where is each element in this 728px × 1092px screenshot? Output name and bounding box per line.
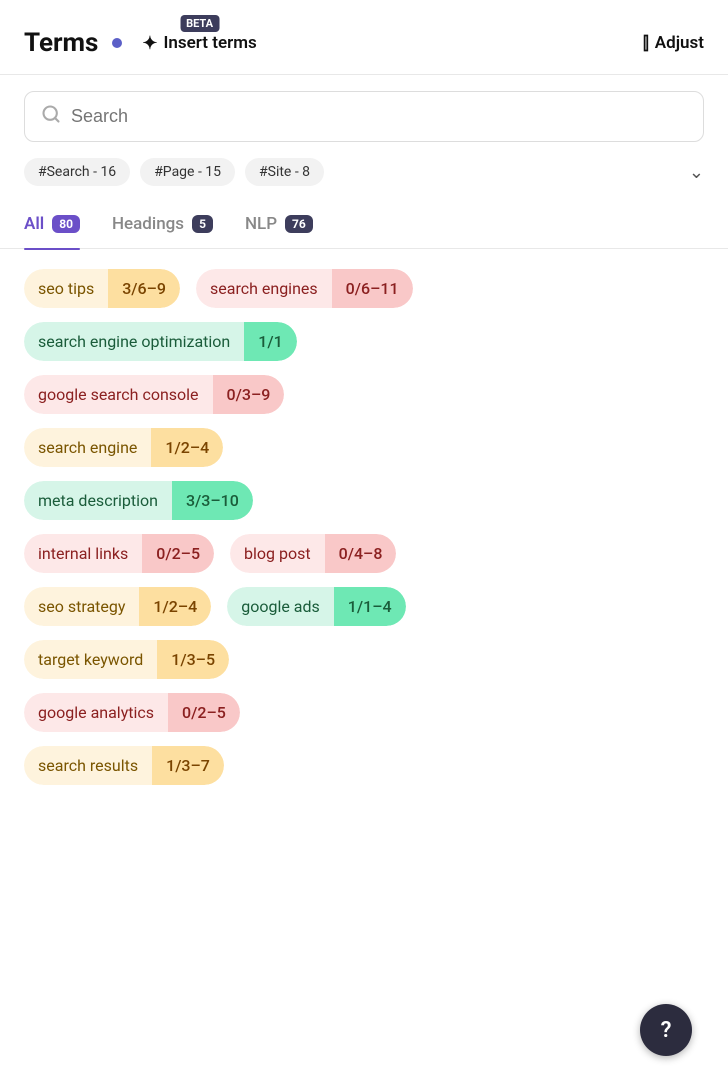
status-dot — [112, 38, 122, 48]
terms-row-3: search engine 1/2–4 — [24, 428, 704, 467]
filter-chip-page[interactable]: #Page - 15 — [140, 158, 235, 186]
filter-chip-search[interactable]: #Search - 16 — [24, 158, 130, 186]
terms-row-8: google analytics 0/2–5 — [24, 693, 704, 732]
term-search-engines-count: 0/6–11 — [332, 269, 413, 308]
chevron-down-icon[interactable]: ⌄ — [689, 162, 704, 183]
term-gal-label: google analytics — [24, 693, 168, 732]
term-seo-strategy[interactable]: seo strategy 1/2–4 — [24, 587, 211, 626]
term-il-count: 0/2–5 — [142, 534, 214, 573]
term-search-engine[interactable]: search engine 1/2–4 — [24, 428, 223, 467]
adjust-button[interactable]: ⫿ Adjust — [643, 33, 704, 54]
term-seo-tips-count: 3/6–9 — [108, 269, 180, 308]
term-sr-label: search results — [24, 746, 152, 785]
term-seo-tips[interactable]: seo tips 3/6–9 — [24, 269, 180, 308]
term-bp-count: 0/4–8 — [325, 534, 397, 573]
tab-headings-label: Headings — [112, 214, 184, 234]
adjust-label: Adjust — [655, 33, 704, 53]
term-gsc-label: google search console — [24, 375, 213, 414]
terms-row-1: search engine optimization 1/1 — [24, 322, 704, 361]
terms-row-5: internal links 0/2–5 blog post 0/4–8 — [24, 534, 704, 573]
terms-list: seo tips 3/6–9 search engines 0/6–11 sea… — [0, 249, 728, 805]
term-seo[interactable]: search engine optimization 1/1 — [24, 322, 297, 361]
term-md-count: 3/3–10 — [172, 481, 253, 520]
help-button[interactable]: ? — [640, 1004, 692, 1056]
terms-row-7: target keyword 1/3–5 — [24, 640, 704, 679]
term-se-label: search engine — [24, 428, 151, 467]
search-bar — [24, 91, 704, 142]
term-ss-label: seo strategy — [24, 587, 139, 626]
term-ga-count: 1/1–4 — [334, 587, 406, 626]
tab-nlp-label: NLP — [245, 214, 277, 234]
tab-all-label: All — [24, 214, 44, 234]
terms-row-9: search results 1/3–7 — [24, 746, 704, 785]
sparkle-icon: ✦ — [142, 33, 157, 54]
term-seo-tips-label: seo tips — [24, 269, 108, 308]
tab-all-badge: 80 — [52, 215, 80, 233]
tab-headings-badge: 5 — [192, 215, 213, 233]
term-google-search-console[interactable]: google search console 0/3–9 — [24, 375, 284, 414]
term-gsc-count: 0/3–9 — [213, 375, 285, 414]
header: Terms BETA ✦ Insert terms ⫿ Adjust — [0, 0, 728, 75]
term-gal-count: 0/2–5 — [168, 693, 240, 732]
term-tk-label: target keyword — [24, 640, 157, 679]
filter-chip-site[interactable]: #Site - 8 — [245, 158, 324, 186]
search-input[interactable] — [71, 106, 687, 127]
filter-chips-row: #Search - 16 #Page - 15 #Site - 8 ⌄ — [0, 158, 728, 202]
term-target-keyword[interactable]: target keyword 1/3–5 — [24, 640, 229, 679]
term-bp-label: blog post — [230, 534, 325, 573]
terms-row-2: google search console 0/3–9 — [24, 375, 704, 414]
term-seo-count: 1/1 — [244, 322, 296, 361]
term-ga-label: google ads — [227, 587, 334, 626]
term-tk-count: 1/3–5 — [157, 640, 229, 679]
term-internal-links[interactable]: internal links 0/2–5 — [24, 534, 214, 573]
tab-nlp[interactable]: NLP 76 — [245, 202, 313, 248]
term-se-count: 1/2–4 — [151, 428, 223, 467]
terms-row-6: seo strategy 1/2–4 google ads 1/1–4 — [24, 587, 704, 626]
tab-all[interactable]: All 80 — [24, 202, 80, 248]
term-blog-post[interactable]: blog post 0/4–8 — [230, 534, 396, 573]
tab-headings[interactable]: Headings 5 — [112, 202, 213, 248]
term-search-results[interactable]: search results 1/3–7 — [24, 746, 224, 785]
tabs-bar: All 80 Headings 5 NLP 76 — [0, 202, 728, 249]
term-md-label: meta description — [24, 481, 172, 520]
term-ss-count: 1/2–4 — [139, 587, 211, 626]
help-icon: ? — [661, 1018, 672, 1043]
search-icon — [41, 104, 61, 129]
insert-terms-label: Insert terms — [163, 33, 256, 53]
sliders-icon: ⫿ — [643, 33, 649, 54]
term-google-analytics[interactable]: google analytics 0/2–5 — [24, 693, 240, 732]
tab-nlp-badge: 76 — [285, 215, 313, 233]
term-sr-count: 1/3–7 — [152, 746, 224, 785]
term-google-ads[interactable]: google ads 1/1–4 — [227, 587, 405, 626]
term-search-engines-label: search engines — [196, 269, 332, 308]
terms-row-4: meta description 3/3–10 — [24, 481, 704, 520]
insert-terms-button[interactable]: BETA ✦ Insert terms — [142, 33, 256, 54]
beta-badge: BETA — [180, 15, 219, 32]
page-title: Terms — [24, 28, 98, 58]
term-search-engines[interactable]: search engines 0/6–11 — [196, 269, 413, 308]
terms-row-0: seo tips 3/6–9 search engines 0/6–11 — [24, 269, 704, 308]
term-meta-description[interactable]: meta description 3/3–10 — [24, 481, 253, 520]
term-il-label: internal links — [24, 534, 142, 573]
term-seo-label: search engine optimization — [24, 322, 244, 361]
